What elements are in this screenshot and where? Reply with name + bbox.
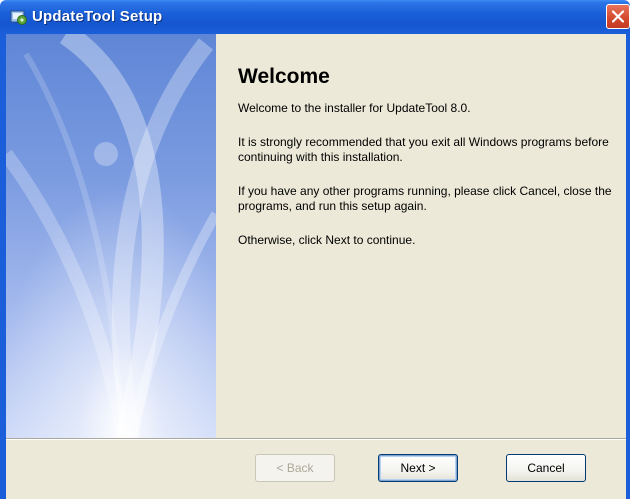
welcome-text: Welcome to the installer for UpdateTool … bbox=[238, 101, 471, 115]
cancel-instructions-text: If you have any other programs running, … bbox=[238, 184, 612, 213]
setup-window: UpdateTool Setup Welcome Welcome to the … bbox=[0, 0, 630, 499]
button-bar: < Back Next > Cancel bbox=[6, 440, 626, 499]
next-button[interactable]: Next > bbox=[378, 454, 458, 482]
wizard-banner-image bbox=[6, 34, 216, 438]
back-button[interactable]: < Back bbox=[255, 454, 335, 482]
close-button[interactable] bbox=[606, 4, 630, 29]
page-title: Welcome bbox=[238, 65, 330, 88]
title-bar[interactable]: UpdateTool Setup bbox=[0, 0, 630, 34]
continue-text: Otherwise, click Next to continue. bbox=[238, 233, 416, 247]
welcome-panel: Welcome Welcome to the installer for Upd… bbox=[216, 34, 626, 438]
exit-programs-text: It is strongly recommended that you exit… bbox=[238, 135, 609, 164]
window-title: UpdateTool Setup bbox=[32, 8, 163, 25]
setup-icon bbox=[10, 8, 28, 26]
cancel-button[interactable]: Cancel bbox=[506, 454, 586, 482]
close-icon bbox=[612, 10, 624, 23]
window-frame-right bbox=[626, 34, 630, 499]
